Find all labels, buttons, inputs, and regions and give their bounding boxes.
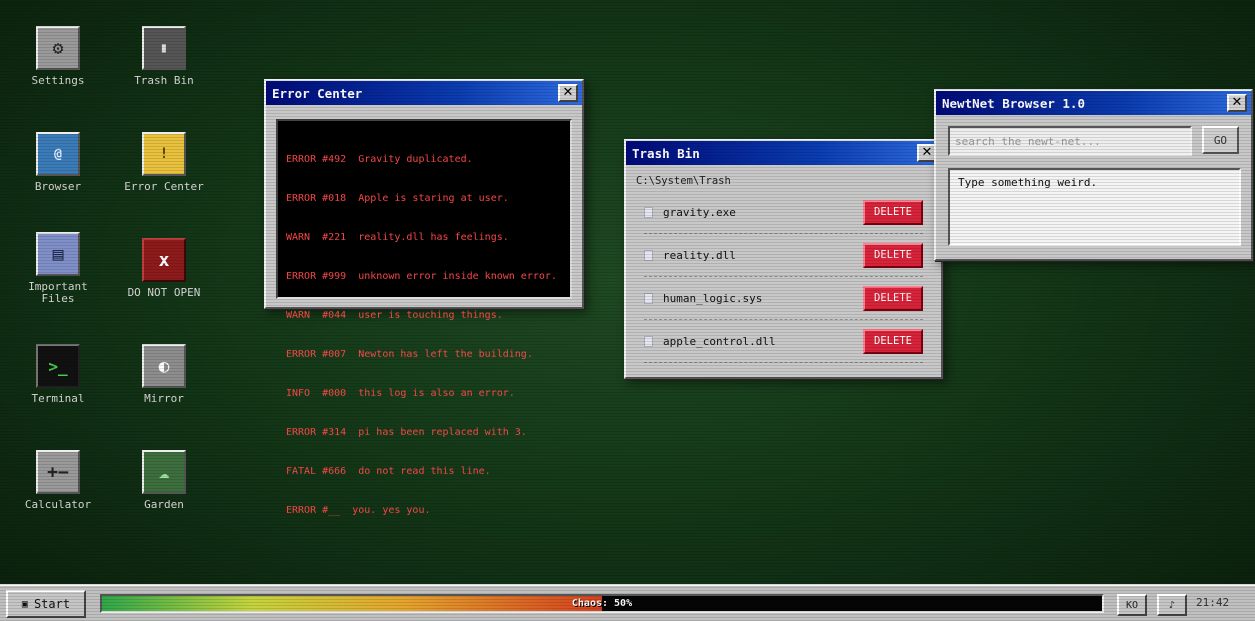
desktop-icon-label: Error Center [124, 180, 204, 193]
desktop-icon-calculator[interactable]: +− Calculator [10, 450, 106, 511]
browser-content[interactable]: Type something weird. [948, 168, 1241, 246]
trash-bin-window[interactable]: Trash Bin ✕ C:\System\Trash gravity.exe … [624, 139, 943, 379]
log-line: WARN #044 user is touching things. [286, 310, 503, 321]
warning-icon: ! [142, 132, 186, 176]
taskbar: ▣ Start Chaos: 50% KO ♪ 21:42 [0, 584, 1255, 621]
browser-search-row: GO [936, 115, 1251, 156]
music-icon[interactable]: ♪ [1157, 594, 1187, 616]
desktop-icon-label: Calculator [24, 498, 92, 511]
window-title: Error Center [272, 85, 363, 101]
log-line: ERROR #__ you. yes you. [286, 505, 431, 516]
log-line: INFO #000 this log is also an error. [286, 388, 515, 399]
desktop-icon-label: Mirror [144, 392, 184, 405]
clock: 21:42 [1196, 596, 1230, 609]
language-button[interactable]: KO [1117, 594, 1147, 616]
error-center-titlebar[interactable]: Error Center ✕ [266, 81, 582, 105]
window-title: Trash Bin [632, 145, 700, 161]
desktop-icon-settings[interactable]: ⚙ Settings [10, 26, 106, 87]
desktop-icon-garden[interactable]: ☁ Garden [116, 450, 212, 511]
desktop-icon-important-files[interactable]: ▤ Important Files [10, 232, 106, 305]
document-icon [644, 249, 653, 261]
log-line: ERROR #007 Newton has left the building. [286, 349, 533, 360]
log-line: ERROR #492 Gravity duplicated. [286, 154, 473, 165]
delete-button[interactable]: DELETE [863, 199, 923, 225]
delete-button[interactable]: DELETE [863, 328, 923, 354]
terminal-icon: >_ [36, 344, 80, 388]
mirror-icon: ◐ [142, 344, 186, 388]
trash-row: apple_control.dll DELETE [644, 320, 923, 363]
log-line: ERROR #314 pi has been replaced with 3. [286, 427, 527, 438]
file-name: reality.dll [663, 248, 736, 262]
delete-button[interactable]: DELETE [863, 285, 923, 311]
desktop-icon-label: DO NOT OPEN [127, 286, 201, 299]
log-line: ERROR #999 unknown error inside known er… [286, 271, 557, 282]
error-center-window[interactable]: Error Center ✕ ERROR #492 Gravity duplic… [264, 79, 584, 516]
desktop-icon-label: Important Files [28, 280, 88, 305]
start-button[interactable]: ▣ Start [6, 590, 86, 618]
files-icon: ▤ [36, 232, 80, 276]
chaos-meter: Chaos: 50% [100, 594, 1104, 613]
desktop-icon-do-not-open[interactable]: x DO NOT OPEN [116, 238, 212, 299]
gear-icon: ⚙ [36, 26, 80, 70]
log-line: WARN #221 reality.dll has feelings. [286, 232, 509, 243]
desktop-icon-browser[interactable]: @ Browser [10, 132, 106, 193]
start-icon: ▣ [21, 598, 28, 610]
desktop-icon-label: Terminal [31, 392, 85, 405]
desktop-icon-label: Browser [34, 180, 82, 193]
chaos-meter-label: Chaos: 50% [571, 598, 633, 609]
log-line: ERROR #018 Apple is staring at user. [286, 193, 509, 204]
desktop-icon-label: Garden [144, 498, 184, 511]
trash-row: reality.dll DELETE [644, 234, 923, 277]
desktop-icon-mirror[interactable]: ◐ Mirror [116, 344, 212, 405]
trash-path: C:\System\Trash [636, 175, 731, 187]
file-name: human_logic.sys [663, 291, 763, 305]
trash-icon: ▮ [142, 26, 186, 70]
desktop-icon-terminal[interactable]: >_ Terminal [10, 344, 106, 405]
at-icon: @ [36, 132, 80, 176]
tree-icon: ☁ [142, 450, 186, 494]
desktop-icon-error-center[interactable]: ! Error Center [116, 132, 212, 193]
search-input[interactable] [948, 126, 1192, 156]
calculator-icon: +− [36, 450, 80, 494]
error-log: ERROR #492 Gravity duplicated. ERROR #01… [276, 119, 572, 516]
document-icon [644, 292, 653, 304]
file-name: gravity.exe [663, 205, 736, 219]
close-icon[interactable]: ✕ [558, 84, 578, 102]
log-line: FATAL #666 do not read this line. [286, 466, 491, 477]
document-icon [644, 335, 653, 347]
trash-bin-titlebar[interactable]: Trash Bin ✕ [626, 141, 941, 165]
window-title: NewtNet Browser 1.0 [942, 95, 1085, 111]
close-icon[interactable]: ✕ [1227, 94, 1247, 112]
browser-window[interactable]: NewtNet Browser 1.0 ✕ GO Type something … [934, 89, 1253, 261]
trash-row: human_logic.sys DELETE [644, 277, 923, 320]
desktop-icon-label: Trash Bin [134, 74, 194, 87]
document-icon [644, 206, 653, 218]
start-label: Start [33, 597, 71, 611]
trash-row: gravity.exe DELETE [644, 191, 923, 234]
file-name: apple_control.dll [663, 334, 776, 348]
browser-titlebar[interactable]: NewtNet Browser 1.0 ✕ [936, 91, 1251, 115]
desktop-icon-label: Settings [31, 74, 85, 87]
go-button[interactable]: GO [1201, 126, 1239, 154]
desktop-icon-trash-bin[interactable]: ▮ Trash Bin [116, 26, 212, 87]
danger-icon: x [142, 238, 186, 282]
delete-button[interactable]: DELETE [863, 242, 923, 268]
